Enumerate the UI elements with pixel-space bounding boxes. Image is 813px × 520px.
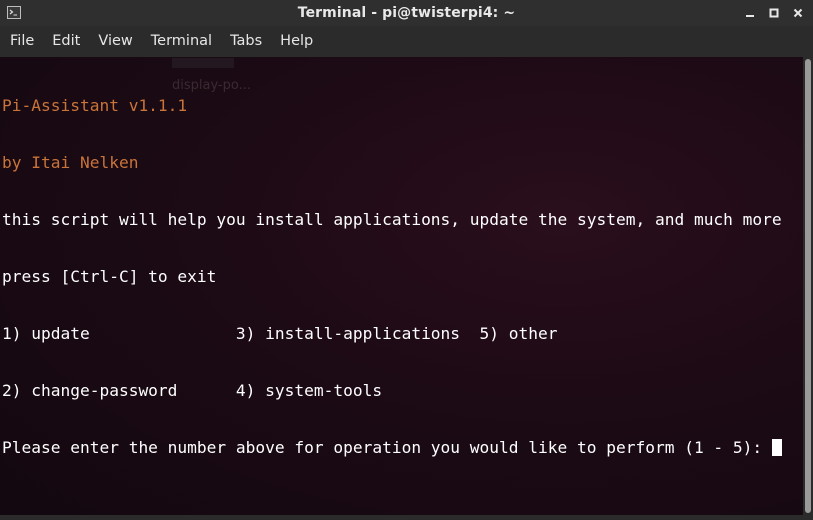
menu-view[interactable]: View (89, 26, 141, 57)
close-icon (793, 8, 803, 18)
menu-tabs[interactable]: Tabs (221, 26, 271, 57)
menu-edit[interactable]: Edit (43, 26, 89, 57)
minimize-icon (746, 15, 754, 17)
window-bottom-border (0, 515, 813, 520)
window-controls (741, 4, 807, 22)
vertical-scrollbar[interactable] (803, 57, 813, 515)
menu-terminal[interactable]: Terminal (142, 26, 221, 57)
banner-author: by Itai Nelken (2, 153, 139, 172)
prompt-text: Please enter the number above for operat… (2, 438, 772, 457)
terminal-output[interactable]: display-po... Pi-Assistant v1.1.1 by Ita… (0, 57, 803, 515)
exit-hint-line: press [Ctrl-C] to exit (2, 267, 217, 286)
description-line: this script will help you install applic… (2, 210, 782, 229)
close-button[interactable] (789, 4, 807, 22)
menu-options-row-2: 2) change-password 4) system-tools (2, 381, 383, 400)
window-title: Terminal - pi@twisterpi4: ~ (297, 5, 516, 21)
title-bar[interactable]: Terminal - pi@twisterpi4: ~ (0, 0, 813, 26)
text-cursor[interactable] (771, 439, 782, 456)
minimize-button[interactable] (741, 4, 759, 22)
menu-help[interactable]: Help (271, 26, 322, 57)
terminal-icon (7, 6, 21, 19)
terminal-lines: Pi-Assistant v1.1.1 by Itai Nelken this … (2, 58, 782, 495)
prompt-line: Please enter the number above for operat… (2, 438, 782, 457)
menu-options-row-1: 1) update 3) install-applications 5) oth… (2, 324, 558, 343)
scrollbar-thumb[interactable] (805, 59, 811, 513)
menu-bar: File Edit View Terminal Tabs Help (0, 26, 813, 57)
terminal-window: Terminal - pi@twisterpi4: ~ File Edit Vi… (0, 0, 813, 520)
maximize-button[interactable] (765, 4, 783, 22)
banner-title: Pi-Assistant v1.1.1 (2, 96, 188, 115)
maximize-icon (769, 8, 779, 18)
menu-file[interactable]: File (1, 26, 43, 57)
